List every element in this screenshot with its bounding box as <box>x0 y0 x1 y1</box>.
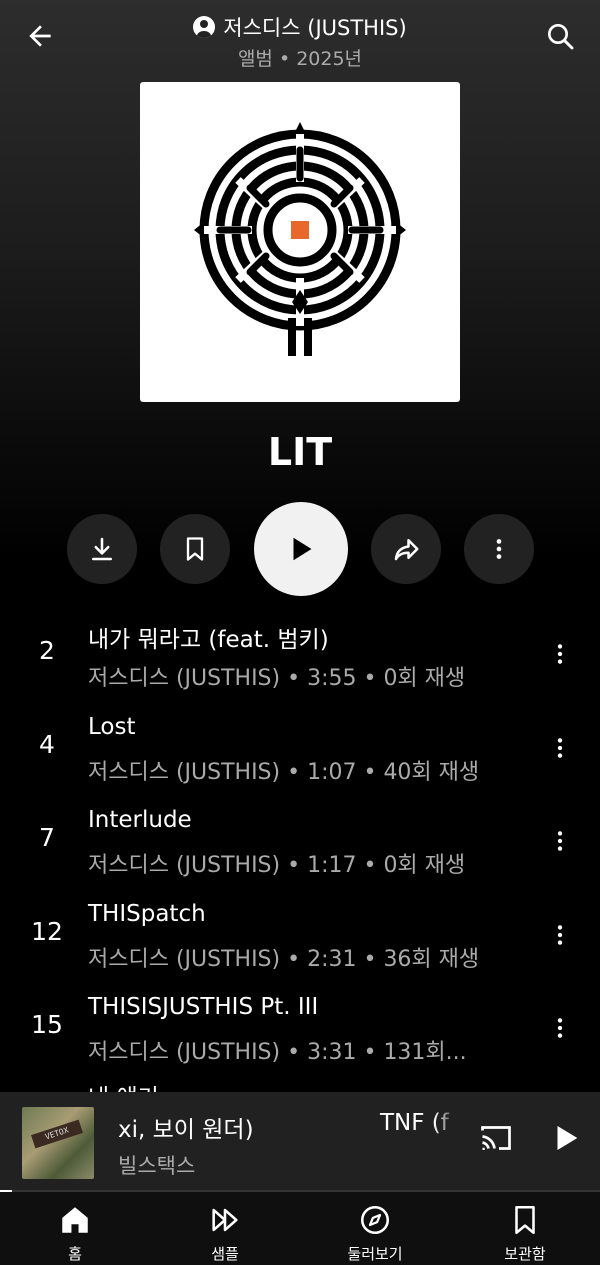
album-cover <box>140 82 460 402</box>
track-meta: 저스디스 (JUSTHIS) • 3:31 • 131회... <box>88 1040 467 1065</box>
track-row[interactable]: 12 THISpatch 저스디스 (JUSTHIS) • 2:31 • 36회… <box>0 889 600 983</box>
thumbnail-label: VETOX <box>31 1119 83 1149</box>
track-meta: 저스디스 (JUSTHIS) • 1:17 • 0회 재생 <box>88 853 466 878</box>
mini-player[interactable]: VETOX xi, 보이 원더) TNF (f 빌스택스 <box>0 1092 600 1192</box>
cast-icon <box>481 1126 511 1150</box>
track-meta: 저스디스 (JUSTHIS) • 2:31 • 36회 재생 <box>88 946 480 972</box>
track-more-button[interactable] <box>542 1010 578 1046</box>
bottom-navigation: 홈 샘플 둘러보기 보관함 <box>0 1192 600 1265</box>
track-number: 15 <box>31 1010 63 1039</box>
album-title: LIT <box>267 430 333 474</box>
more-vert-icon <box>557 1018 563 1038</box>
track-number: 2 <box>39 636 55 665</box>
track-row[interactable]: 7 Interlude 저스디스 (JUSTHIS) • 1:17 • 0회 재… <box>0 795 600 889</box>
top-bar: 저스디스 (JUSTHIS) 앨범 • 2025년 <box>0 0 600 80</box>
nav-library-label: 보관함 <box>504 1245 546 1263</box>
track-number: 7 <box>39 823 55 852</box>
nav-home[interactable]: 홈 <box>0 1192 150 1265</box>
artist-avatar <box>193 16 216 38</box>
track-meta: 저스디스 (JUSTHIS) • 1:07 • 40회 재생 <box>88 759 480 785</box>
track-list: 2 내가 뭐라고 (feat. 범키) 저스디스 (JUSTHIS) • 3:5… <box>0 608 600 1076</box>
home-icon <box>62 1207 88 1233</box>
more-vert-icon <box>557 644 563 664</box>
labyrinth-artwork <box>194 122 406 356</box>
search-button[interactable] <box>540 16 580 56</box>
partial-track-title: 내 얘기 <box>88 1078 159 1092</box>
more-vert-icon <box>496 539 502 559</box>
album-meta: 앨범 • 2025년 <box>237 48 363 70</box>
track-row[interactable]: 15 THISISJUSTHIS Pt. III 저스디스 (JUSTHIS) … <box>0 982 600 1076</box>
download-icon <box>92 537 112 561</box>
album-actions <box>0 502 600 596</box>
track-row[interactable]: 4 Lost 저스디스 (JUSTHIS) • 1:07 • 40회 재생 <box>0 702 600 796</box>
more-vert-icon <box>557 737 563 758</box>
play-icon <box>557 1125 578 1151</box>
cast-button[interactable] <box>474 1116 518 1160</box>
track-title: THISISJUSTHIS Pt. III <box>88 994 319 1020</box>
library-icon <box>515 1205 535 1235</box>
track-title: Interlude <box>88 807 192 833</box>
more-vert-icon <box>557 924 563 945</box>
track-meta: 저스디스 (JUSTHIS) • 3:55 • 0회 재생 <box>88 666 466 691</box>
track-title: Lost <box>88 713 136 740</box>
nav-explore[interactable]: 둘러보기 <box>300 1192 450 1265</box>
nav-home-label: 홈 <box>68 1245 82 1263</box>
more-vert-icon <box>557 831 563 851</box>
save-to-library-button[interactable] <box>160 514 230 584</box>
now-playing-thumbnail: VETOX <box>22 1107 94 1179</box>
nav-library[interactable]: 보관함 <box>450 1192 600 1265</box>
play-album-button[interactable] <box>254 502 348 596</box>
share-icon <box>394 539 419 561</box>
nav-explore-label: 둘러보기 <box>347 1245 403 1263</box>
now-playing-artist: 빌스택스 <box>118 1154 196 1178</box>
samples-icon <box>212 1208 238 1232</box>
nav-samples[interactable]: 샘플 <box>150 1192 300 1265</box>
explore-icon <box>360 1205 390 1235</box>
track-more-button[interactable] <box>542 636 578 672</box>
nav-samples-label: 샘플 <box>211 1245 239 1263</box>
track-number: 4 <box>39 729 55 759</box>
track-more-button[interactable] <box>542 917 578 953</box>
more-options-button[interactable] <box>464 514 534 584</box>
track-row[interactable]: 2 내가 뭐라고 (feat. 범키) 저스디스 (JUSTHIS) • 3:5… <box>0 608 600 702</box>
track-number: 12 <box>31 916 63 946</box>
artist-name: 저스디스 (JUSTHIS) <box>223 16 407 40</box>
bookmark-icon <box>186 537 204 561</box>
track-title: 내가 뭐라고 (feat. 범키) <box>88 627 329 653</box>
mini-play-button[interactable] <box>544 1116 588 1160</box>
play-icon <box>293 537 312 561</box>
download-button[interactable] <box>67 514 137 584</box>
now-playing-title-text: xi, 보이 원더) <box>118 1117 254 1140</box>
track-more-button[interactable] <box>542 730 578 766</box>
track-more-button[interactable] <box>542 823 578 859</box>
share-button[interactable] <box>371 514 441 584</box>
track-title: THISpatch <box>88 900 206 927</box>
now-playing-title: xi, 보이 원더) TNF (f <box>118 1110 458 1140</box>
artist-link[interactable]: 저스디스 (JUSTHIS) <box>0 12 600 42</box>
search-icon <box>548 24 574 50</box>
